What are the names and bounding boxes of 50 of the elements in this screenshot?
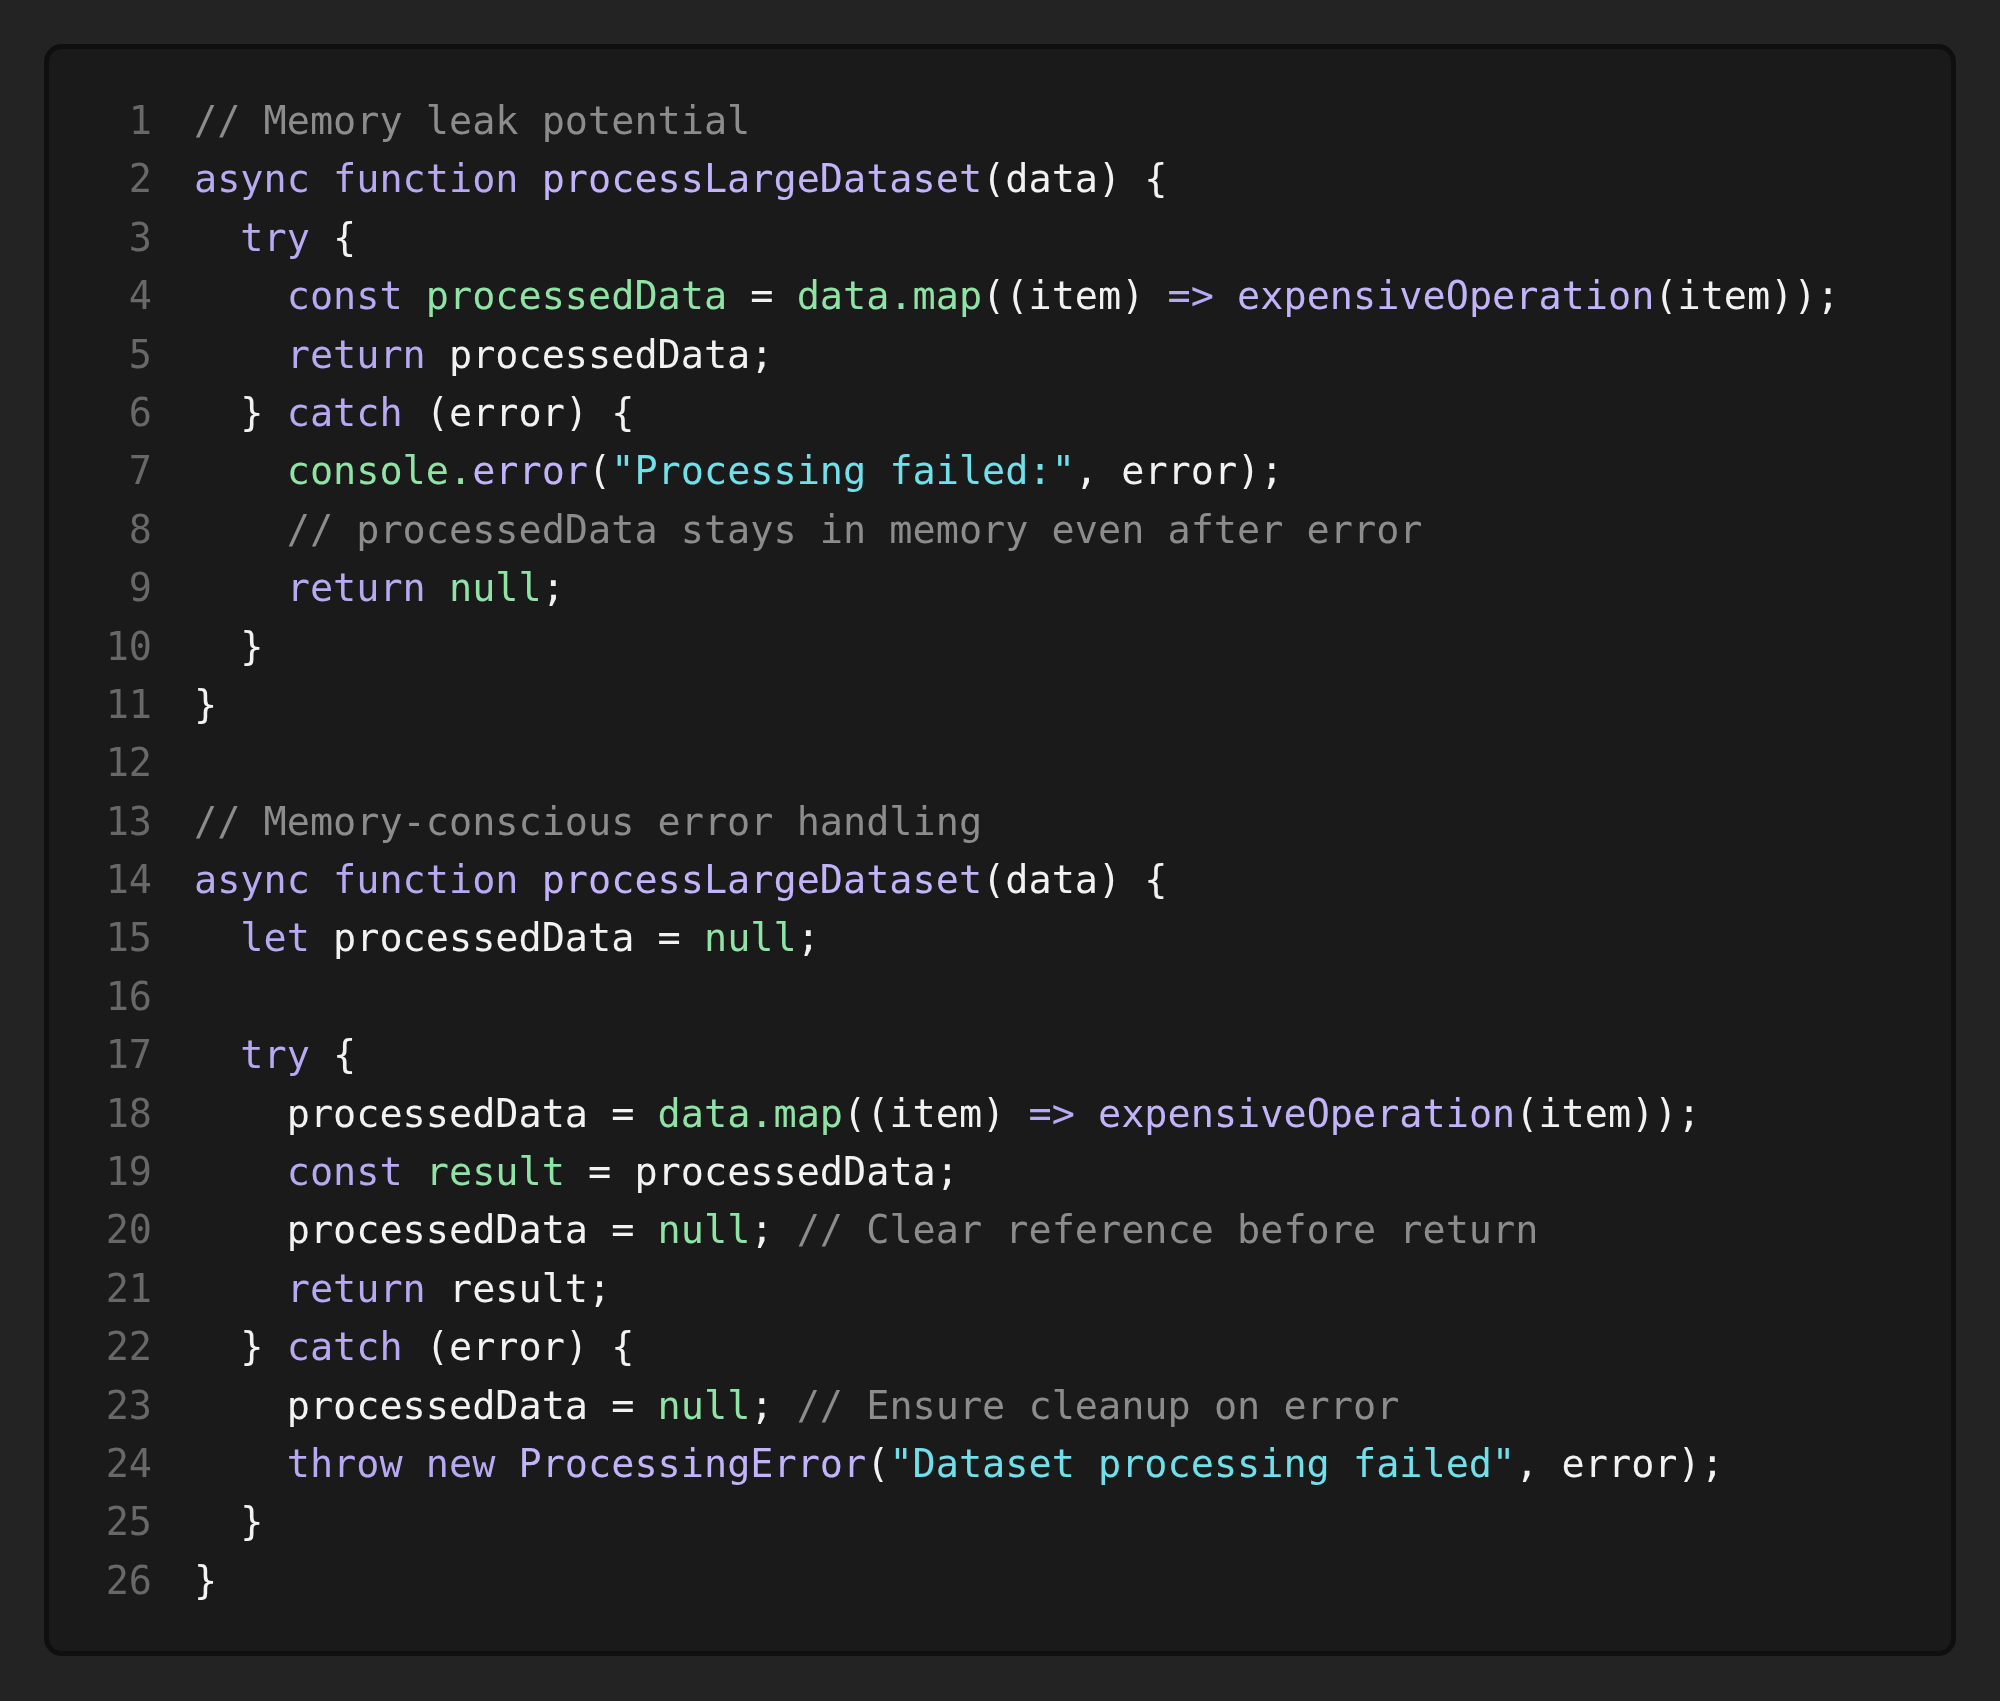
code-line: try {	[239, 213, 357, 262]
code-line: }	[239, 622, 264, 671]
code-line: processedData = null; // Ensure cleanup on error	[285, 1381, 1400, 1430]
line-number: 16	[104, 972, 152, 1021]
line-number: 20	[104, 1206, 152, 1255]
line-number: 26	[104, 1556, 152, 1605]
code-line: // Memory-conscious error handling	[194, 797, 983, 846]
line-number: 2	[127, 155, 152, 204]
line-number: 13	[104, 797, 152, 846]
line-number: 4	[127, 272, 152, 321]
line-number: 5	[127, 330, 152, 379]
code-line: }	[194, 680, 218, 729]
code-line: }	[239, 1498, 264, 1547]
code-line: return null;	[285, 564, 565, 613]
line-number: 11	[104, 680, 152, 729]
code-line: // processedData stays in memory even after error	[285, 505, 1423, 554]
line-number: 9	[127, 564, 152, 613]
code-line: } catch (error) {	[239, 388, 635, 437]
code-line: return processedData;	[285, 330, 774, 379]
line-number: 18	[104, 1089, 152, 1138]
code-line: async function processLargeDataset(data) {	[194, 856, 1168, 905]
code-line: return result;	[285, 1264, 612, 1313]
code-line: }	[194, 1556, 218, 1605]
line-number: 7	[127, 447, 152, 496]
code-line: try {	[239, 1031, 357, 1080]
code-line: const result = processedData;	[285, 1148, 959, 1197]
code-line: // Memory leak potential	[194, 97, 751, 145]
code-line: } catch (error) {	[239, 1323, 635, 1372]
line-number: 14	[104, 856, 152, 905]
code-line: throw new ProcessingError("Dataset processing failed", error);	[285, 1440, 1724, 1488]
code-line: let processedData = null;	[239, 914, 820, 963]
line-number: 6	[127, 388, 152, 437]
code-line: processedData = null; // Clear reference before return	[285, 1206, 1539, 1255]
line-number: 1	[127, 97, 152, 145]
line-number: 25	[104, 1498, 152, 1547]
line-number: 15	[104, 914, 152, 963]
code-line: async function processLargeDataset(data) {	[194, 155, 1168, 204]
line-number: 19	[104, 1148, 152, 1197]
code-line: console.error("Processing failed:", error);	[285, 447, 1284, 496]
line-number: 12	[104, 739, 152, 788]
line-number: 22	[104, 1323, 152, 1372]
line-number: 21	[104, 1264, 152, 1313]
line-number: 23	[104, 1381, 152, 1430]
line-number: 3	[127, 213, 152, 262]
code-line: const processedData = data.map((item) => expensiveOperation(item));	[285, 272, 1840, 321]
code-line: processedData = data.map((item) => expensiveOperation(item));	[285, 1089, 1701, 1138]
line-number: 10	[104, 622, 152, 671]
line-number: 8	[127, 505, 152, 554]
line-number: 24	[104, 1440, 152, 1488]
line-number: 17	[104, 1031, 152, 1080]
